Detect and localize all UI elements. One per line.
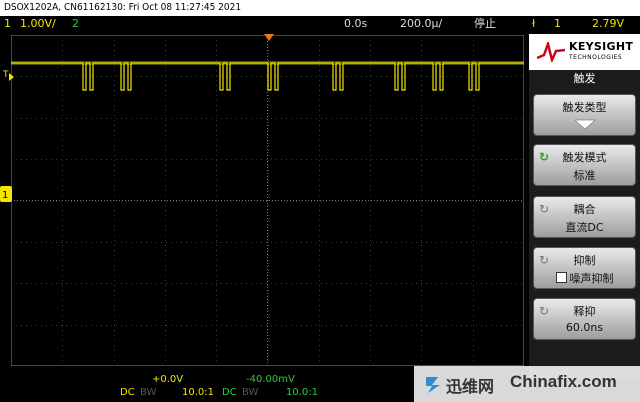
waveform-display[interactable] <box>11 35 524 366</box>
trigger-mode-button[interactable]: ↻ 触发模式 标准 <box>533 144 636 186</box>
ch2-number[interactable]: 2 <box>72 16 79 32</box>
ch1-scale[interactable]: 1.00V/ <box>20 16 56 32</box>
button-label: 耦合 <box>573 203 596 216</box>
ch1-coupling[interactable]: DC <box>120 387 135 398</box>
button-value: 噪声抑制 <box>569 272 614 285</box>
trigger-type-button[interactable]: 触发类型 <box>533 94 636 136</box>
holdoff-button[interactable]: ↻ 释抑 60.0ns <box>533 298 636 340</box>
keysight-logo-icon <box>537 42 565 62</box>
keysight-logo: KEYSIGHT TECHNOLOGIES <box>529 34 640 70</box>
trigger-position-marker[interactable] <box>264 34 274 42</box>
watermark-text-cn: 迅维网 <box>446 377 495 396</box>
brand-name: KEYSIGHT <box>569 40 634 53</box>
button-value: 60.0ns <box>565 321 604 334</box>
watermark-right: Chinafix.com <box>504 366 640 402</box>
button-label: 触发类型 <box>562 101 607 114</box>
watermark-text-en: Chinafix.com <box>510 372 617 391</box>
button-value: 直流DC <box>565 221 604 234</box>
ch2-probe[interactable]: 10.0:1 <box>286 387 318 398</box>
button-label: 触发模式 <box>562 151 607 164</box>
button-label: 释抑 <box>573 305 596 318</box>
ch2-offset[interactable]: -40.00mV <box>246 374 295 385</box>
timebase-value[interactable]: 200.0µ/ <box>400 16 442 32</box>
svg-text:1: 1 <box>2 190 8 201</box>
brand-sub: TECHNOLOGIES <box>569 54 623 61</box>
ground-icon: 1 <box>2 190 8 201</box>
ch1-ground-marker[interactable]: 1 <box>0 186 12 202</box>
ch1-offset[interactable]: +0.0V <box>152 374 183 385</box>
ch1-bw-limit[interactable]: BW <box>140 387 156 398</box>
button-value: 标准 <box>573 169 596 182</box>
coupling-button[interactable]: ↻ 耦合 直流DC <box>533 196 636 238</box>
trigger-edge-icon: ł <box>532 17 536 30</box>
ch1-probe[interactable]: 10.0:1 <box>182 387 214 398</box>
menu-title: 触发 <box>573 72 596 85</box>
checkbox-icon[interactable] <box>555 272 567 283</box>
ch2-bw-limit[interactable]: BW <box>242 387 258 398</box>
reject-button[interactable]: ↻ 抑制 噪声抑制 <box>533 247 636 289</box>
noise-reject-option[interactable]: 噪声抑制 <box>534 270 635 286</box>
trigger-level[interactable]: 2.79V <box>592 16 624 32</box>
trigger-level-arrow-icon <box>9 73 14 81</box>
window-title: DSOX1202A, CN61162130: Fri Oct 08 11:27:… <box>0 0 640 16</box>
status-bar: 1 1.00V/ 2 0.0s 200.0µ/ 停止 ł 1 2.79V <box>0 16 640 32</box>
button-label: 抑制 <box>573 254 596 267</box>
trigger-source[interactable]: 1 <box>554 16 561 32</box>
run-state[interactable]: 停止 <box>474 16 496 32</box>
ch1-trace-band <box>11 61 524 65</box>
trigger-level-marker[interactable]: T <box>3 70 9 80</box>
ch1-number[interactable]: 1 <box>4 16 11 32</box>
ch2-coupling[interactable]: DC <box>222 387 237 398</box>
delay-value[interactable]: 0.0s <box>344 16 367 32</box>
down-arrow-icon <box>575 119 595 130</box>
watermark-logo-icon <box>426 377 440 393</box>
softkey-panel: KEYSIGHT TECHNOLOGIES 触发 触发类型 ↻ 触发模式 标准 … <box>529 34 640 380</box>
watermark-left: 迅维网 <box>414 366 504 402</box>
